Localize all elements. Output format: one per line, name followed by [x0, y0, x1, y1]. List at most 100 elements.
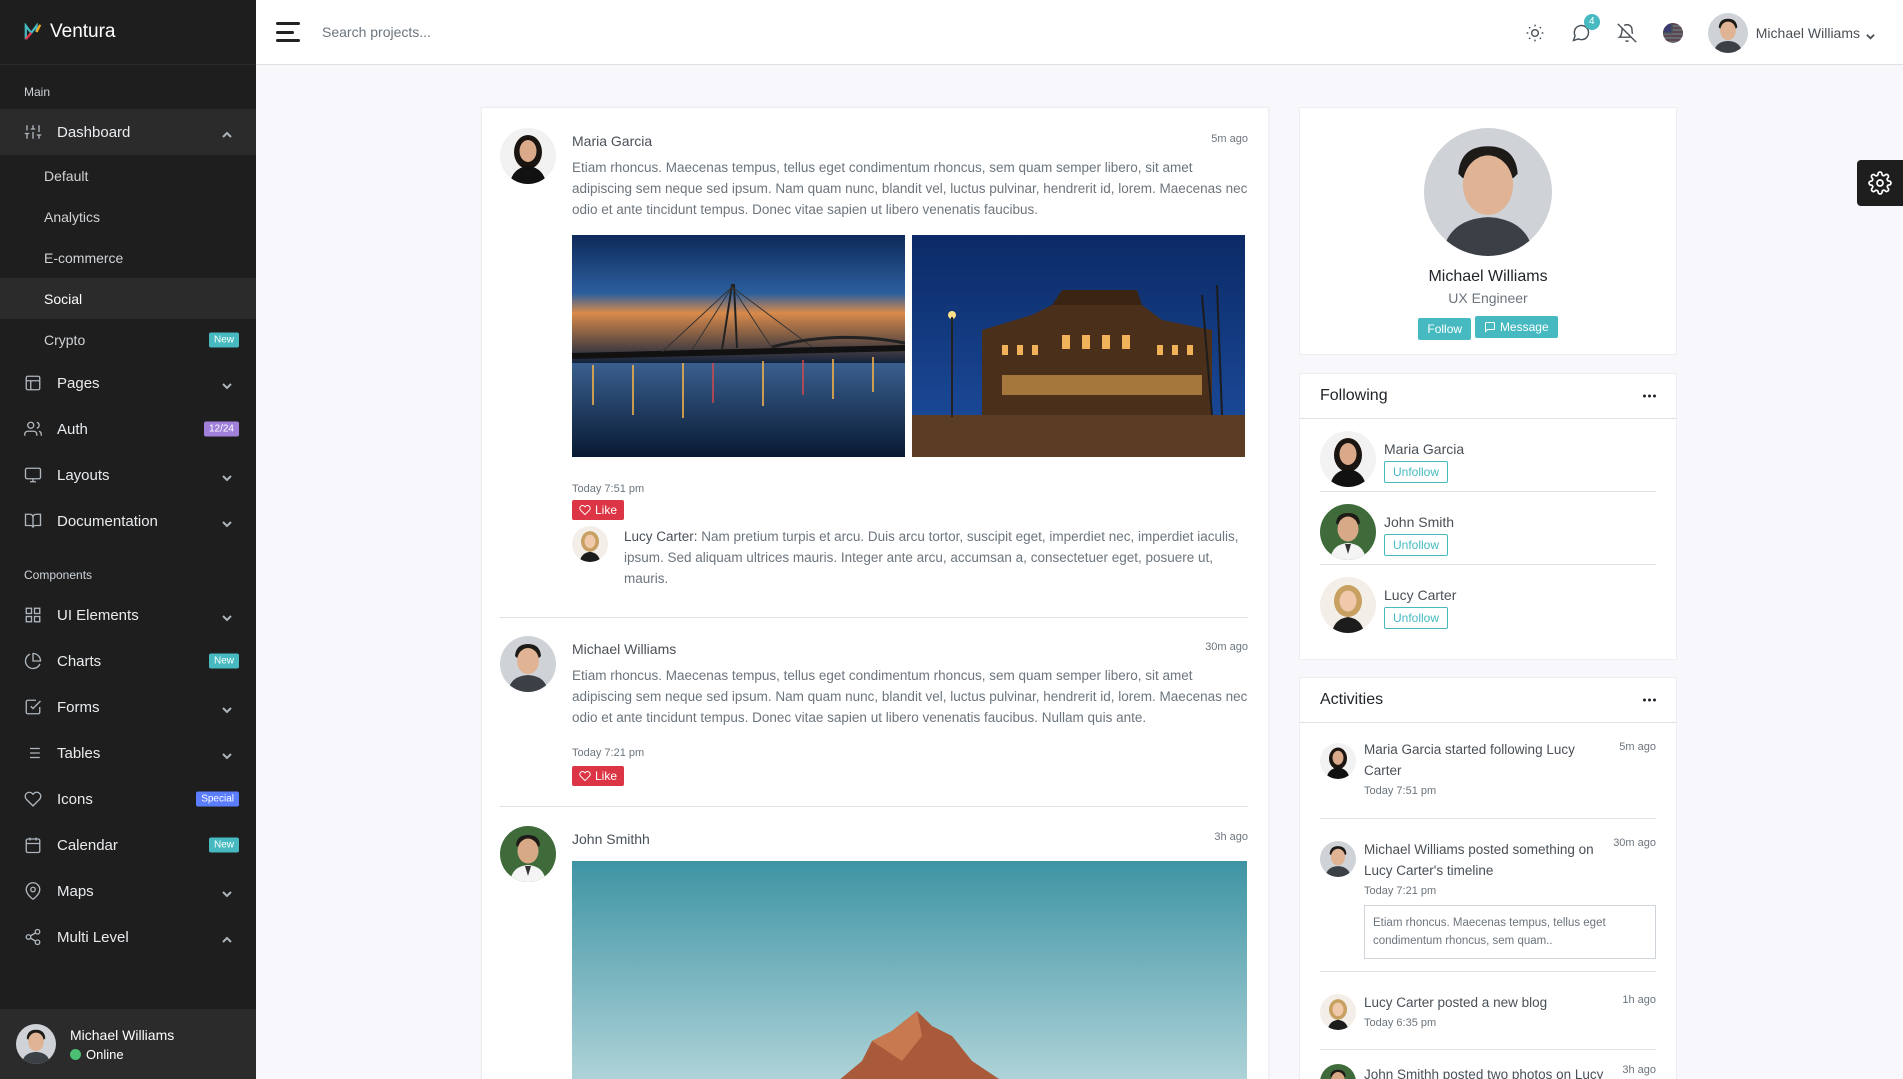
sidebar-item-dashboard[interactable]: Dashboard	[0, 109, 256, 155]
like-label: Like	[595, 769, 618, 783]
post-time-ago: 3h ago	[1214, 831, 1248, 843]
activity-item: Michael Williams posted something on Luc…	[1320, 819, 1656, 972]
post-text: Etiam rhoncus. Maecenas tempus, tellus e…	[572, 668, 1248, 725]
post-photo-bridge[interactable]	[572, 235, 905, 457]
sidebar-item-label: Dashboard	[57, 123, 131, 141]
post-divider	[500, 806, 1248, 807]
brand[interactable]: Ventura	[0, 0, 256, 65]
sun-icon[interactable]	[1522, 20, 1548, 46]
sidebar-item-pages[interactable]: Pages	[0, 360, 256, 406]
like-label: Like	[595, 503, 618, 517]
like-button[interactable]: Like	[572, 766, 625, 786]
sidebar-item-tables[interactable]: Tables	[0, 730, 256, 776]
profile-role: UX Engineer	[1448, 290, 1528, 306]
sidebar-item-ui-elements[interactable]: UI Elements	[0, 592, 256, 638]
sidebar-item-charts[interactable]: Charts New	[0, 638, 256, 684]
sidebar-item-calendar[interactable]: Calendar New	[0, 822, 256, 868]
follow-button[interactable]: Follow	[1418, 318, 1472, 340]
chevron-down-icon	[222, 748, 232, 760]
brand-name: Ventura	[50, 21, 116, 42]
post-time-ago: 5m ago	[1211, 133, 1248, 145]
layout-icon	[24, 374, 42, 392]
sidebar-item-label: Icons	[57, 790, 93, 808]
post-time-ago: 30m ago	[1205, 641, 1248, 653]
post-photo-theater[interactable]	[912, 235, 1245, 457]
message-button[interactable]: Message	[1474, 316, 1558, 338]
activity-item: Lucy Carter posted a new blog Today 6:35…	[1320, 972, 1656, 1050]
like-button[interactable]: Like	[572, 500, 625, 520]
topbar-actions: 4 Michael Williams	[1502, 0, 1875, 65]
bell-off-icon[interactable]	[1614, 20, 1640, 46]
unfollow-button[interactable]: Unfollow	[1384, 461, 1449, 483]
post-photo-mountain[interactable]	[572, 861, 1247, 1079]
unfollow-button[interactable]: Unfollow	[1384, 534, 1449, 556]
topbar: 4 Michael Williams	[256, 0, 1903, 65]
activity-item: Maria Garcia started following Lucy Cart…	[1320, 723, 1656, 819]
sidebar-item-label: Maps	[57, 882, 94, 900]
sidebar-item-label: Multi Level	[57, 928, 129, 946]
sidebar-item-icons[interactable]: Icons Special	[0, 776, 256, 822]
sidebar-item-label: Calendar	[57, 836, 118, 854]
unfollow-button[interactable]: Unfollow	[1384, 607, 1449, 629]
avatar	[1320, 431, 1376, 487]
message-label: Message	[1499, 320, 1549, 334]
user-menu[interactable]: Michael Williams	[1708, 13, 1875, 53]
sidebar-header-components: Components	[24, 568, 93, 582]
new-badge: New	[208, 837, 239, 853]
menu-toggle-icon[interactable]	[276, 22, 300, 42]
following-header: Following	[1300, 374, 1676, 419]
activity-time-ago: 1h ago	[1622, 994, 1656, 1006]
following-name[interactable]: John Smith	[1384, 514, 1454, 530]
sidebar-item-label: Auth	[57, 420, 88, 438]
status-label: Online	[86, 1046, 124, 1062]
sidebar-item-label: Forms	[57, 698, 100, 716]
chevron-down-icon	[222, 702, 232, 714]
more-horizontal-icon[interactable]	[1643, 394, 1656, 398]
sidebar-item-forms[interactable]: Forms	[0, 684, 256, 730]
sidebar-subitem-crypto[interactable]: Crypto New	[0, 319, 256, 360]
new-badge: New	[208, 653, 239, 669]
avatar	[1708, 13, 1748, 53]
activity-time-ago: 30m ago	[1613, 837, 1656, 849]
post-author[interactable]: Michael Williams	[572, 641, 1248, 657]
following-name[interactable]: Maria Garcia	[1384, 441, 1464, 457]
card-title: Activities	[1320, 691, 1384, 708]
share-icon	[24, 928, 42, 946]
avatar	[1320, 841, 1356, 877]
sidebar-subitem-social[interactable]: Social	[0, 278, 256, 319]
search-input[interactable]	[322, 24, 622, 40]
sidebar-subitem-default[interactable]: Default	[0, 155, 256, 196]
sidebar-subitem-analytics[interactable]: Analytics	[0, 196, 256, 237]
activity-time-ago: 3h ago	[1622, 1064, 1656, 1076]
us-flag-icon[interactable]	[1660, 20, 1686, 46]
settings-button[interactable]	[1857, 160, 1903, 206]
sidebar-item-documentation[interactable]: Documentation	[0, 498, 256, 544]
sliders-icon	[24, 123, 42, 141]
sidebar-item-multi-level[interactable]: Multi Level	[0, 914, 256, 960]
avatar	[500, 636, 556, 692]
sidebar-item-label: UI Elements	[57, 606, 139, 624]
social-feed: Maria Garcia 5m ago Etiam rhoncus. Maece…	[481, 107, 1269, 1079]
post-divider	[500, 617, 1248, 618]
post-author[interactable]: Maria Garcia	[572, 133, 1248, 149]
following-name[interactable]: Lucy Carter	[1384, 587, 1456, 603]
monitor-icon	[24, 466, 42, 484]
sidebar-item-auth[interactable]: Auth 12/24	[0, 406, 256, 452]
users-icon	[24, 420, 42, 438]
chevron-up-icon	[222, 127, 232, 138]
avatar	[1320, 504, 1376, 560]
comment-author[interactable]: Lucy Carter:	[624, 529, 698, 544]
sidebar-user[interactable]: Michael Williams Online	[0, 1009, 256, 1079]
more-horizontal-icon[interactable]	[1643, 698, 1656, 702]
online-dot-icon	[70, 1048, 81, 1060]
sidebar-subitem-ecommerce[interactable]: E-commerce	[0, 237, 256, 278]
avatar	[1424, 128, 1552, 256]
activity-quote: Etiam rhoncus. Maecenas tempus, tellus e…	[1364, 905, 1656, 959]
post-author[interactable]: John Smithh	[572, 831, 1248, 847]
activity-text: Michael Williams posted something on Luc…	[1364, 842, 1594, 878]
sidebar-item-maps[interactable]: Maps	[0, 868, 256, 914]
chevron-down-icon	[222, 378, 232, 390]
sidebar-item-layouts[interactable]: Layouts	[0, 452, 256, 498]
message-circle-icon[interactable]: 4	[1568, 13, 1600, 46]
activities-header: Activities	[1300, 678, 1676, 723]
